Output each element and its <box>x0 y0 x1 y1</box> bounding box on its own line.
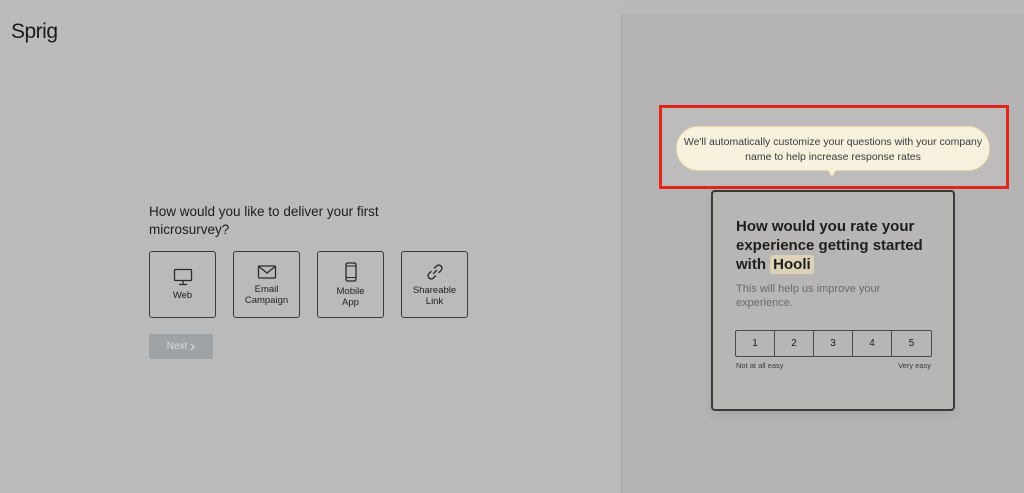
rating-scale: 1 2 3 4 5 <box>735 330 932 357</box>
customization-tooltip: We'll automatically customize your quest… <box>676 126 990 171</box>
option-email-campaign[interactable]: Email Campaign <box>233 251 300 318</box>
delivery-options: Web Email Campaign Mobile App Shareable … <box>149 251 468 318</box>
option-email-label: Email Campaign <box>244 283 289 306</box>
rating-option-5[interactable]: 5 <box>892 331 931 356</box>
link-icon <box>426 263 443 280</box>
rating-option-3[interactable]: 3 <box>814 331 853 356</box>
tooltip-tail-icon <box>827 169 837 177</box>
option-web[interactable]: Web <box>149 251 216 318</box>
next-button-label: Next <box>166 341 188 352</box>
scale-low-label: Not at all easy <box>736 361 784 370</box>
envelope-icon <box>257 264 276 279</box>
option-shareable-link[interactable]: Shareable Link <box>401 251 468 318</box>
next-button[interactable]: Next <box>149 334 213 359</box>
sprig-logo: Sprig <box>11 20 58 43</box>
option-web-label: Web <box>172 290 193 301</box>
delivery-question: How would you like to deliver your first… <box>149 204 379 237</box>
company-name-tag: Hooli <box>770 255 814 274</box>
rating-option-2[interactable]: 2 <box>775 331 814 356</box>
survey-question-text: How would you rate your experience getti… <box>736 218 923 273</box>
monitor-icon <box>173 268 192 286</box>
phone-icon <box>344 261 357 282</box>
option-link-label: Shareable Link <box>412 284 457 307</box>
survey-subtitle: This will help us improve your experienc… <box>736 283 881 309</box>
setup-pane <box>0 0 621 493</box>
option-mobile-app[interactable]: Mobile App <box>317 251 384 318</box>
option-mobile-label: Mobile App <box>336 285 365 308</box>
survey-question: How would you rate your experience getti… <box>736 217 946 274</box>
scale-high-label: Very easy <box>898 361 931 370</box>
rating-option-4[interactable]: 4 <box>853 331 892 356</box>
survey-preview-card: How would you rate your experience getti… <box>711 190 955 411</box>
chevron-right-icon <box>190 343 196 350</box>
rating-option-1[interactable]: 1 <box>736 331 775 356</box>
